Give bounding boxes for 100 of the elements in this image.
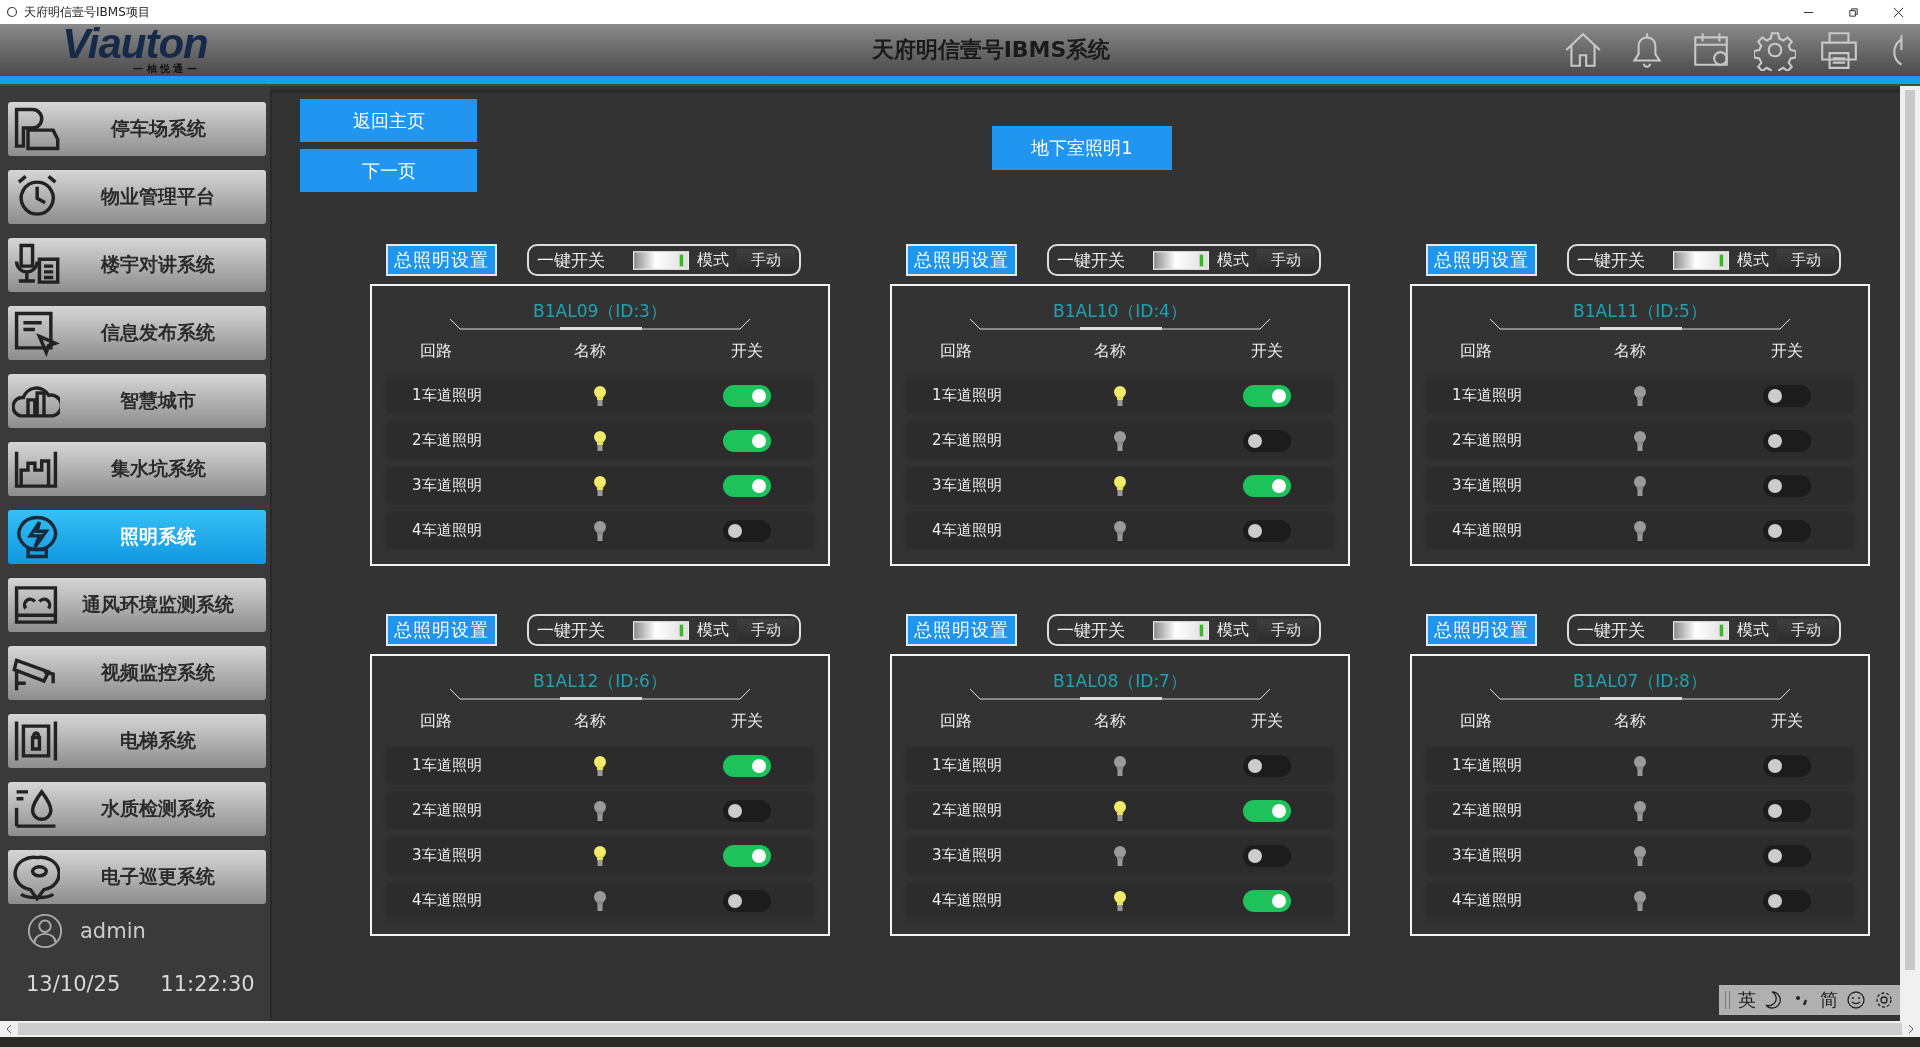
panel-title: B1AL09（ID:3） — [533, 300, 667, 323]
column-header: 名称 — [573, 711, 607, 732]
scrollbar-thumb[interactable] — [18, 1023, 1902, 1035]
master-switch-label: 一键开关 — [1577, 248, 1646, 272]
circuit-name: 4车道照明 — [1451, 891, 1523, 910]
circuit-name: 1车道照明 — [411, 756, 483, 775]
mode-value[interactable]: 手动 — [1777, 248, 1835, 272]
circuit-name: 1车道照明 — [411, 386, 483, 405]
mode-label: 模式 — [1217, 249, 1249, 271]
settings-icon[interactable] — [1754, 29, 1796, 71]
circuit-name: 4车道照明 — [1451, 521, 1523, 540]
circuit-name: 2车道照明 — [1451, 431, 1523, 450]
column-header: 开关 — [1770, 711, 1804, 732]
toggle-switch[interactable] — [1763, 384, 1811, 407]
parking-icon — [12, 105, 60, 153]
sidebar-item[interactable]: 视频监控系统 — [8, 646, 266, 700]
sidebar-item[interactable]: 信息发布系统 — [8, 306, 266, 360]
toggle-switch[interactable] — [723, 519, 771, 542]
toggle-switch[interactable] — [723, 429, 771, 452]
mode-value[interactable]: 手动 — [737, 248, 795, 272]
toggle-switch[interactable] — [1243, 844, 1291, 867]
scroll-left-icon[interactable] — [4, 1024, 14, 1034]
master-switch-icon[interactable] — [633, 250, 689, 270]
master-switch-icon[interactable] — [1673, 250, 1729, 270]
ime-mode[interactable]: 英 — [1738, 988, 1756, 1012]
toggle-switch[interactable] — [723, 474, 771, 497]
circuit-name: 3车道照明 — [1451, 846, 1523, 865]
toggle-switch[interactable] — [1763, 519, 1811, 542]
toggle-switch[interactable] — [1243, 799, 1291, 822]
circuit-name: 4车道照明 — [931, 891, 1003, 910]
settings-icon[interactable] — [1874, 990, 1894, 1010]
toggle-switch[interactable] — [723, 384, 771, 407]
toggle-switch[interactable] — [723, 799, 771, 822]
toggle-switch[interactable] — [1243, 519, 1291, 542]
master-switch-label: 一键开关 — [1057, 618, 1126, 642]
master-switch-icon[interactable] — [633, 620, 689, 640]
printer-icon[interactable] — [1818, 29, 1860, 71]
circuit-name: 2车道照明 — [931, 431, 1003, 450]
toggle-switch[interactable] — [1243, 889, 1291, 912]
panel-title: B1AL11（ID:5） — [1573, 300, 1707, 323]
column-header: 回路 — [1459, 341, 1493, 362]
mode-label: 模式 — [697, 249, 729, 271]
sidebar-item[interactable]: 停车场系统 — [8, 102, 266, 156]
scroll-right-icon[interactable] — [1906, 1024, 1916, 1034]
master-switch-label: 一键开关 — [537, 618, 606, 642]
location-pin-icon — [12, 853, 60, 901]
master-switch-icon[interactable] — [1673, 620, 1729, 640]
circuit-name: 3车道照明 — [931, 476, 1003, 495]
circuit-name: 3车道照明 — [931, 846, 1003, 865]
circuit-name: 2车道照明 — [411, 801, 483, 820]
circuit-name: 2车道照明 — [411, 431, 483, 450]
close-icon[interactable] — [1893, 6, 1904, 18]
sidebar-item[interactable]: 物业管理平台 — [8, 170, 266, 224]
mode-value[interactable]: 手动 — [1257, 248, 1315, 272]
column-header: 开关 — [1250, 711, 1284, 732]
master-switch-icon[interactable] — [1153, 620, 1209, 640]
column-header: 回路 — [939, 341, 973, 362]
ime-charset[interactable]: 简 — [1820, 988, 1838, 1012]
master-switch-label: 一键开关 — [1577, 618, 1646, 642]
circuit-name: 3车道照明 — [1451, 476, 1523, 495]
column-header: 回路 — [419, 711, 453, 732]
sidebar-item[interactable]: 通风环境监测系统 — [8, 578, 266, 632]
logo-tagline: — 柚 悦 通 — — [133, 63, 197, 75]
user-icon — [26, 912, 64, 950]
mode-value[interactable]: 手动 — [1257, 618, 1315, 642]
sidebar-item[interactable]: 电梯系统 — [8, 714, 266, 768]
toggle-switch[interactable] — [1763, 429, 1811, 452]
toggle-switch[interactable] — [1763, 799, 1811, 822]
moon-icon[interactable] — [1764, 990, 1784, 1010]
screen-pointer-icon — [12, 309, 60, 357]
toggle-switch[interactable] — [723, 844, 771, 867]
toggle-switch[interactable] — [1243, 474, 1291, 497]
master-switch-icon[interactable] — [1153, 250, 1209, 270]
toggle-switch[interactable] — [1243, 429, 1291, 452]
column-header: 回路 — [939, 711, 973, 732]
sidebar-item[interactable]: 智慧城市 — [8, 374, 266, 428]
toggle-switch[interactable] — [1763, 754, 1811, 777]
sidebar-item[interactable]: 电子巡更系统 — [8, 850, 266, 904]
toggle-switch[interactable] — [723, 754, 771, 777]
panel-title: B1AL10（ID:4） — [1053, 300, 1187, 323]
scrollbar-thumb[interactable] — [1905, 90, 1915, 970]
restore-icon[interactable] — [1848, 6, 1859, 18]
mode-label: 模式 — [1737, 619, 1769, 641]
smiley-icon[interactable] — [1846, 990, 1866, 1010]
toggle-switch[interactable] — [1243, 384, 1291, 407]
master-switch-label: 一键开关 — [537, 248, 606, 272]
circuit-name: 2车道照明 — [931, 801, 1003, 820]
sidebar-item[interactable]: 集水坑系统 — [8, 442, 266, 496]
toggle-switch[interactable] — [1763, 889, 1811, 912]
sidebar-item[interactable]: 水质检测系统 — [8, 782, 266, 836]
column-header: 名称 — [1093, 341, 1127, 362]
toggle-switch[interactable] — [723, 889, 771, 912]
circuit-name: 4车道照明 — [931, 521, 1003, 540]
toggle-switch[interactable] — [1763, 844, 1811, 867]
circuit-name: 4车道照明 — [411, 521, 483, 540]
toggle-switch[interactable] — [1243, 754, 1291, 777]
toggle-switch[interactable] — [1763, 474, 1811, 497]
sidebar-item[interactable]: 楼宇对讲系统 — [8, 238, 266, 292]
mode-value[interactable]: 手动 — [737, 618, 795, 642]
mode-value[interactable]: 手动 — [1777, 618, 1835, 642]
